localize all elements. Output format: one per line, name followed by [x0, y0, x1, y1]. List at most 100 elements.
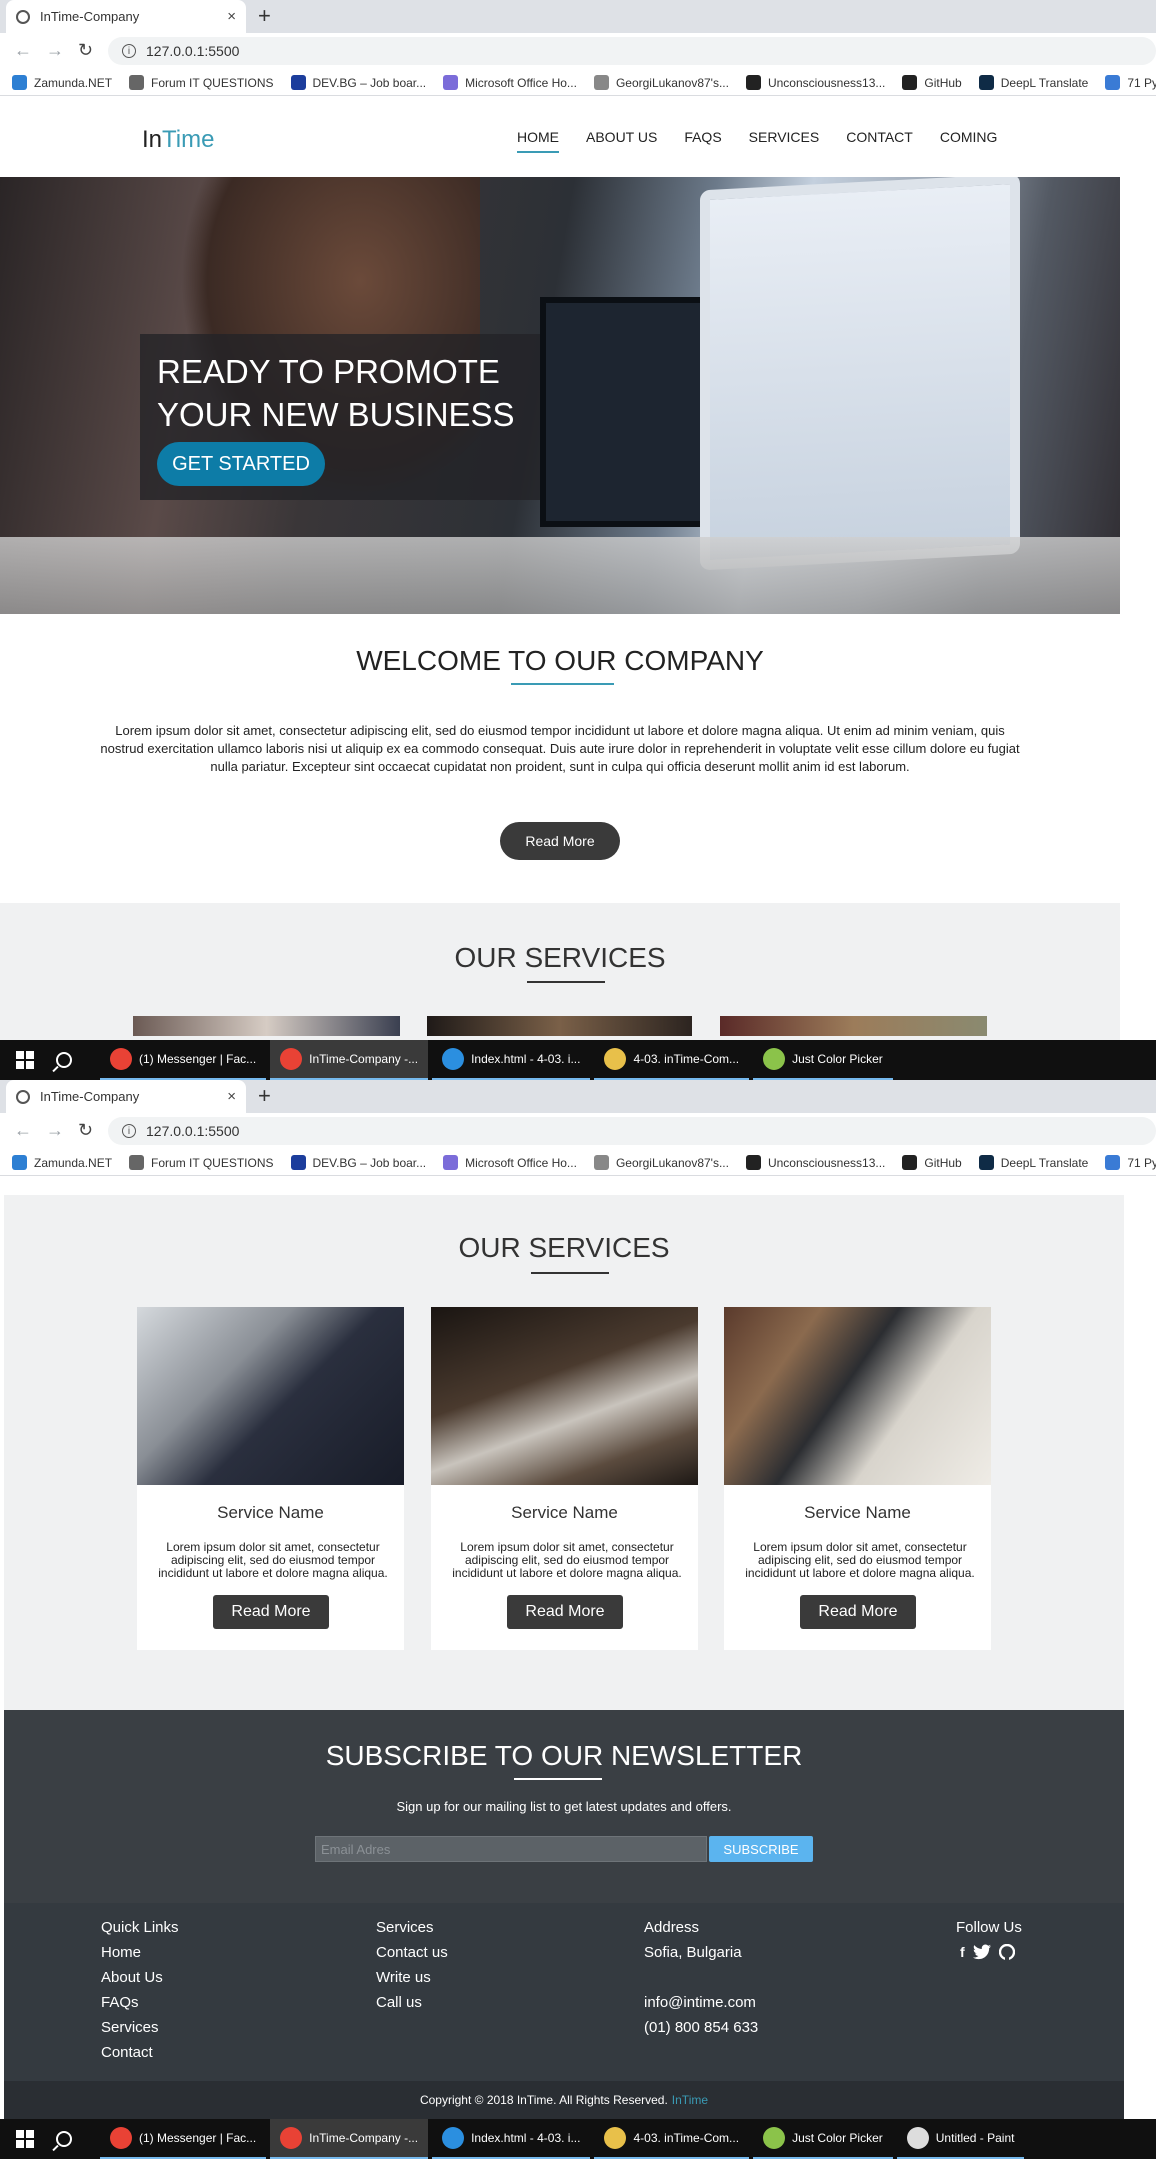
new-tab-button[interactable]: + — [258, 4, 271, 28]
bookmark-item[interactable]: Forum IT QUESTIONS — [129, 1155, 274, 1170]
back-icon[interactable]: ← — [14, 1120, 32, 1140]
services-underline-top — [527, 981, 605, 983]
bookmark-item[interactable]: Forum IT QUESTIONS — [129, 75, 274, 90]
bookmark-item[interactable]: GitHub — [902, 1155, 962, 1170]
bookmark-item[interactable]: Zamunda.NET — [12, 75, 112, 90]
bookmark-item[interactable]: GeorgiLukanov87's... — [593, 1155, 729, 1170]
footer-link-contact[interactable]: Contact — [101, 2040, 179, 2065]
twitter-icon[interactable] — [972, 1944, 991, 1960]
bookmark-label: Forum IT QUESTIONS — [151, 1155, 274, 1170]
forward-icon[interactable]: → — [46, 40, 64, 60]
taskbar-item[interactable]: (1) Messenger | Fac... — [100, 1040, 267, 1080]
copyright-bar: Copyright © 2018 InTime. All Rights Rese… — [4, 2081, 1124, 2119]
nav-home[interactable]: HOME — [517, 129, 559, 153]
bookmark-item[interactable]: GeorgiLukanov87's... — [593, 75, 729, 90]
bookmark-item[interactable]: GitHub — [902, 75, 962, 90]
search-icon[interactable] — [56, 2131, 72, 2147]
hero-title: READY TO PROMOTE YOUR NEW BUSINESS — [157, 350, 537, 436]
bookmark-item[interactable]: DeepL Translate — [978, 1155, 1088, 1170]
bookmark-item[interactable]: Microsoft Office Ho... — [443, 1155, 577, 1170]
search-icon[interactable] — [56, 1052, 72, 1068]
subscribe-button[interactable]: SUBSCRIBE — [709, 1836, 813, 1862]
email-input[interactable]: Email Adres — [315, 1836, 707, 1862]
bookmark-favicon-icon — [902, 1155, 918, 1170]
footer-email[interactable]: info@intime.com — [644, 1990, 758, 2015]
footer-link-write-us[interactable]: Write us — [376, 1965, 448, 1990]
taskbar-item-label: Index.html - 4-03. i... — [471, 1052, 581, 1066]
site-logo[interactable]: InTime — [142, 126, 214, 154]
footer-link-services[interactable]: Services — [101, 2015, 179, 2040]
taskbar-item[interactable]: Index.html - 4-03. i... — [432, 1040, 591, 1080]
bookmark-item[interactable]: 71 Pytho — [1105, 1155, 1156, 1170]
hero-photo-monitor — [700, 177, 1020, 571]
bookmark-label: Unconsciousness13... — [767, 1155, 886, 1170]
bookmark-item[interactable]: DEV.BG – Job boar... — [290, 1155, 426, 1170]
nav-faqs[interactable]: FAQS — [684, 129, 721, 153]
reload-icon[interactable]: ↻ — [78, 1120, 93, 1140]
service-image-peek-2 — [427, 1016, 692, 1036]
new-tab-button-2[interactable]: + — [258, 1084, 271, 1108]
windows-start-icon[interactable] — [16, 2130, 34, 2148]
taskbar-item-label: InTime-Company -... — [309, 2131, 419, 2145]
address-bar[interactable]: i 127.0.0.1:5500 — [108, 37, 1156, 65]
browser-tab-2[interactable]: InTime-Company × — [6, 1080, 246, 1113]
taskbar-item[interactable]: InTime-Company -... — [270, 1040, 429, 1080]
bookmark-favicon-icon — [902, 75, 918, 90]
get-started-button[interactable]: GET STARTED — [157, 442, 325, 486]
footer-link-call-us[interactable]: Call us — [376, 1990, 448, 2015]
taskbar-item-label: (1) Messenger | Fac... — [139, 2131, 257, 2145]
address-bar-2[interactable]: i 127.0.0.1:5500 — [108, 1117, 1156, 1145]
reload-icon[interactable]: ↻ — [78, 40, 93, 60]
forward-icon[interactable]: → — [46, 1120, 64, 1140]
info-icon[interactable]: i — [122, 1124, 136, 1138]
copyright-text: Copyright © 2018 InTime. All Rights Rese… — [419, 2093, 668, 2107]
nav-about-us[interactable]: ABOUT US — [586, 129, 657, 153]
browser-tab[interactable]: InTime-Company × — [6, 0, 246, 33]
facebook-icon[interactable]: f — [960, 1940, 965, 1965]
browser-toolbar-2: ← → ↻ i 127.0.0.1:5500 — [0, 1113, 1156, 1149]
nav-contact[interactable]: CONTACT — [846, 129, 913, 153]
service-read-more-button[interactable]: Read More — [800, 1595, 916, 1629]
bookmark-favicon-icon — [12, 75, 27, 90]
footer-link-contact-us[interactable]: Contact us — [376, 1940, 448, 1965]
bookmark-item[interactable]: Unconsciousness13... — [745, 1155, 886, 1170]
bookmark-item[interactable]: DEV.BG – Job boar... — [290, 75, 426, 90]
bookmark-item[interactable]: DeepL Translate — [978, 75, 1089, 90]
footer-link-about-us[interactable]: About Us — [101, 1965, 179, 1990]
taskbar-item[interactable]: 4-03. inTime-Com... — [594, 2119, 750, 2159]
tab-close-icon[interactable]: × — [227, 1088, 236, 1105]
service-read-more-button[interactable]: Read More — [507, 1595, 623, 1629]
footer-link-faqs[interactable]: FAQs — [101, 1990, 179, 2015]
bookmark-item[interactable]: Zamunda.NET — [12, 1155, 112, 1170]
taskbar-item[interactable]: 4-03. inTime-Com... — [594, 1040, 750, 1080]
bookmark-item[interactable]: 71 Pytho — [1105, 75, 1156, 90]
bookmark-item[interactable]: Microsoft Office Ho... — [443, 75, 577, 90]
taskbar-item[interactable]: (1) Messenger | Fac... — [100, 2119, 267, 2159]
service-image-laptop — [431, 1307, 698, 1485]
taskbar-item[interactable]: InTime-Company -... — [270, 2119, 429, 2159]
nav-services[interactable]: SERVICES — [749, 129, 820, 153]
tab-close-icon[interactable]: × — [227, 8, 236, 25]
info-icon[interactable]: i — [122, 44, 136, 58]
bookmark-label: GitHub — [924, 75, 962, 90]
taskbar-item-label: Just Color Picker — [792, 2131, 883, 2145]
welcome-read-more-button[interactable]: Read More — [500, 822, 620, 860]
windows-start-icon[interactable] — [16, 1051, 34, 1069]
taskbar-item[interactable]: Untitled - Paint — [896, 2119, 1025, 2159]
nav-coming[interactable]: COMING — [940, 129, 998, 153]
footer-link-home[interactable]: Home — [101, 1940, 179, 1965]
back-icon[interactable]: ← — [14, 40, 32, 60]
bookmark-item[interactable]: Unconsciousness13... — [745, 75, 885, 90]
github-icon[interactable] — [998, 1944, 1015, 1960]
bookmark-label: DeepL Translate — [1000, 75, 1089, 90]
bookmark-label: Forum IT QUESTIONS — [151, 75, 274, 90]
taskbar-item[interactable]: Just Color Picker — [753, 2119, 893, 2159]
app-icon — [280, 2127, 303, 2149]
service-read-more-button[interactable]: Read More — [213, 1595, 329, 1629]
taskbar-item[interactable]: Index.html - 4-03. i... — [432, 2119, 591, 2159]
taskbar-item[interactable]: Just Color Picker — [753, 1040, 893, 1080]
hero-title-line2: YOUR NEW BUSINESS — [157, 396, 515, 433]
service-name: Service Name — [217, 1503, 324, 1522]
copyright-brand[interactable]: InTime — [672, 2093, 708, 2107]
bookmark-favicon-icon — [745, 1155, 761, 1170]
